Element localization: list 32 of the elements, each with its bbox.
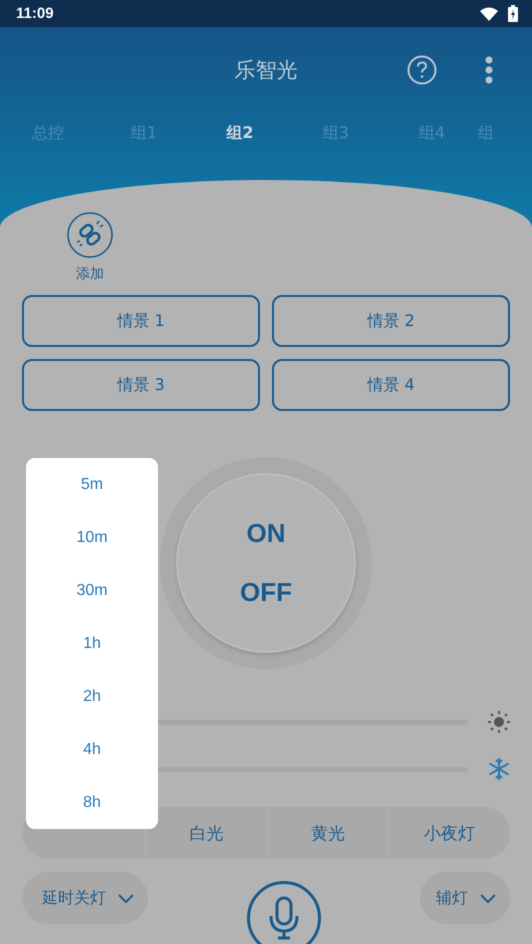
menu-item[interactable]: 10m xyxy=(76,511,108,564)
scene-button[interactable]: 情景 1 xyxy=(22,295,260,347)
chevron-icon xyxy=(480,894,496,902)
menu-item[interactable]: 4h xyxy=(83,723,101,776)
battery-icon xyxy=(508,5,518,22)
sun-icon xyxy=(488,711,510,733)
menu-item[interactable]: 30m xyxy=(76,564,108,617)
status-time: 11:09 xyxy=(16,5,54,22)
power-button[interactable]: ON OFF xyxy=(176,473,356,653)
app-title: 乐智光 xyxy=(234,57,298,84)
add-label: 添加 xyxy=(76,265,104,283)
chevron-icon xyxy=(118,894,134,902)
scene-button[interactable]: 情景 3 xyxy=(22,359,260,411)
mode-button[interactable]: 黄光 xyxy=(266,807,388,859)
link-icon[interactable] xyxy=(67,212,113,258)
more-icon[interactable] xyxy=(484,56,494,84)
scene-button[interactable]: 情景 2 xyxy=(272,295,510,347)
menu-item[interactable]: 8h xyxy=(83,776,101,829)
menu-item[interactable]: 5m xyxy=(80,458,104,511)
menu-item[interactable]: 2h xyxy=(83,670,101,723)
delay-dropdown[interactable]: 延时关灯 xyxy=(22,872,148,924)
group-tab[interactable]: 组2 xyxy=(192,122,288,144)
on-label[interactable]: ON xyxy=(246,518,286,549)
aux-dropdown[interactable]: 辅灯 xyxy=(420,872,510,924)
off-label[interactable]: OFF xyxy=(240,577,292,608)
wifi-icon xyxy=(480,6,498,20)
scene-button[interactable]: 情景 4 xyxy=(272,359,510,411)
mode-button[interactable]: 小夜灯 xyxy=(388,807,510,859)
help-icon[interactable] xyxy=(407,55,437,85)
microphone-button[interactable] xyxy=(247,881,321,944)
menu-item[interactable]: 1h xyxy=(83,617,101,670)
snowflake-icon xyxy=(488,758,510,780)
